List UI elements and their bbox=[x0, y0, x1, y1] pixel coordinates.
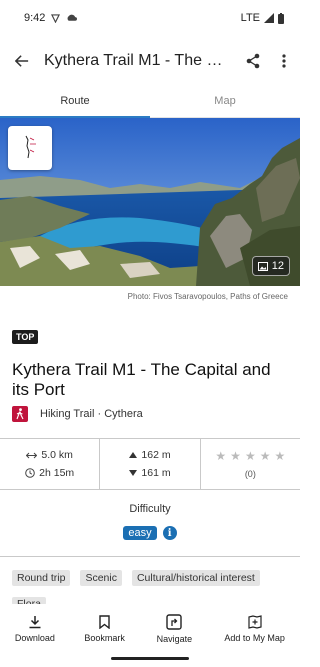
bottom-action-bar: Download Bookmark Navigate Add to My Map bbox=[0, 604, 300, 654]
arrow-back-icon bbox=[15, 55, 29, 67]
bookmark-label: Bookmark bbox=[84, 633, 125, 643]
signal-icon bbox=[264, 13, 274, 23]
tab-bar: Route Map bbox=[0, 86, 300, 118]
rating-stars: ★ ★ ★ ★ ★ bbox=[215, 449, 285, 463]
distance-value: 5.0 km bbox=[41, 449, 73, 461]
status-time: 9:42 bbox=[24, 12, 46, 24]
tour-category: Hiking Trail bbox=[40, 408, 95, 420]
star-icon: ★ bbox=[259, 449, 271, 463]
tag-chip: Round trip bbox=[12, 570, 71, 586]
app-bar: Kythera Trail M1 - The Capital and its P… bbox=[0, 38, 300, 84]
photo-count-label: 12 bbox=[271, 260, 284, 272]
gesture-handle[interactable] bbox=[111, 657, 189, 660]
difficulty-label: Difficulty bbox=[129, 503, 171, 515]
star-icon: ★ bbox=[215, 449, 227, 463]
difficulty-row: easy i bbox=[0, 526, 300, 540]
add-to-my-map-label: Add to My Map bbox=[224, 633, 285, 643]
download-icon bbox=[29, 616, 41, 629]
top-badge: TOP bbox=[12, 330, 39, 344]
route-line-icon bbox=[25, 135, 36, 159]
clock-icon bbox=[25, 468, 35, 478]
star-icon: ★ bbox=[244, 449, 256, 463]
tab-map[interactable]: Map bbox=[150, 86, 300, 117]
tag-chip: Cultural/historical interest bbox=[131, 570, 260, 586]
navigate-icon bbox=[166, 614, 183, 630]
stat-rating[interactable]: ★ ★ ★ ★ ★ (0) bbox=[201, 439, 300, 489]
hiking-icon bbox=[12, 406, 28, 422]
difficulty-badge: easy bbox=[123, 526, 157, 540]
tab-route[interactable]: Route bbox=[0, 86, 150, 118]
bookmark-icon bbox=[99, 615, 110, 629]
add-to-my-map-button[interactable]: Add to My Map bbox=[209, 604, 300, 654]
rating-count: (0) bbox=[244, 469, 256, 479]
back-button[interactable] bbox=[0, 38, 44, 84]
tour-title: Kythera Trail M1 - The Capital and its P… bbox=[12, 360, 271, 399]
photo-credit: Photo: Fivos Tsaravopoulos, Paths of Gre… bbox=[127, 292, 288, 301]
vpn-shield-icon bbox=[51, 13, 61, 23]
navigate-label: Navigate bbox=[156, 634, 193, 644]
download-label: Download bbox=[14, 633, 55, 643]
meta-separator: · bbox=[97, 408, 102, 420]
photo-count-badge[interactable]: 12 bbox=[251, 256, 290, 276]
tour-region: Cythera bbox=[104, 408, 143, 420]
duration-value: 2h 15m bbox=[39, 467, 75, 479]
navigate-button[interactable]: Navigate bbox=[140, 604, 210, 654]
more-vert-icon bbox=[282, 54, 286, 68]
tour-stats: 5.0 km 2h 15m 162 m 161 m ★ ★ ★ ★ ★ (0) bbox=[0, 438, 300, 490]
stat-elevation: 162 m 161 m bbox=[100, 439, 201, 489]
tag-chip: Scenic bbox=[80, 570, 122, 586]
tag-list: Round trip Scenic Cultural/historical in… bbox=[12, 570, 292, 586]
share-icon bbox=[246, 53, 260, 69]
ascent-value: 162 m bbox=[141, 449, 171, 461]
page-title: Kythera Trail M1 - The Capital and its P… bbox=[44, 52, 230, 69]
distance-icon bbox=[26, 452, 38, 458]
descent-icon bbox=[129, 470, 138, 476]
route-map-thumbnail[interactable] bbox=[8, 126, 52, 170]
network-label: LTE bbox=[240, 12, 260, 24]
download-button[interactable]: Download bbox=[0, 604, 70, 654]
share-button[interactable] bbox=[238, 46, 268, 76]
star-icon: ★ bbox=[274, 449, 286, 463]
bookmark-button[interactable]: Bookmark bbox=[70, 604, 140, 654]
more-options-button[interactable] bbox=[272, 46, 296, 76]
gallery-icon bbox=[257, 261, 268, 271]
star-icon: ★ bbox=[230, 449, 241, 463]
descent-value: 161 m bbox=[141, 467, 171, 479]
info-icon[interactable]: i bbox=[162, 526, 177, 540]
hero-photo[interactable]: 12 bbox=[0, 118, 300, 286]
tour-meta: Hiking Trail · Cythera bbox=[12, 406, 143, 422]
section-divider bbox=[0, 556, 300, 557]
ascent-icon bbox=[129, 452, 138, 458]
add-map-icon bbox=[248, 615, 262, 629]
status-bar: 9:42 LTE bbox=[0, 0, 300, 36]
battery-icon bbox=[278, 12, 284, 24]
cloud-icon bbox=[67, 14, 78, 21]
stat-distance-duration: 5.0 km 2h 15m bbox=[0, 439, 101, 489]
